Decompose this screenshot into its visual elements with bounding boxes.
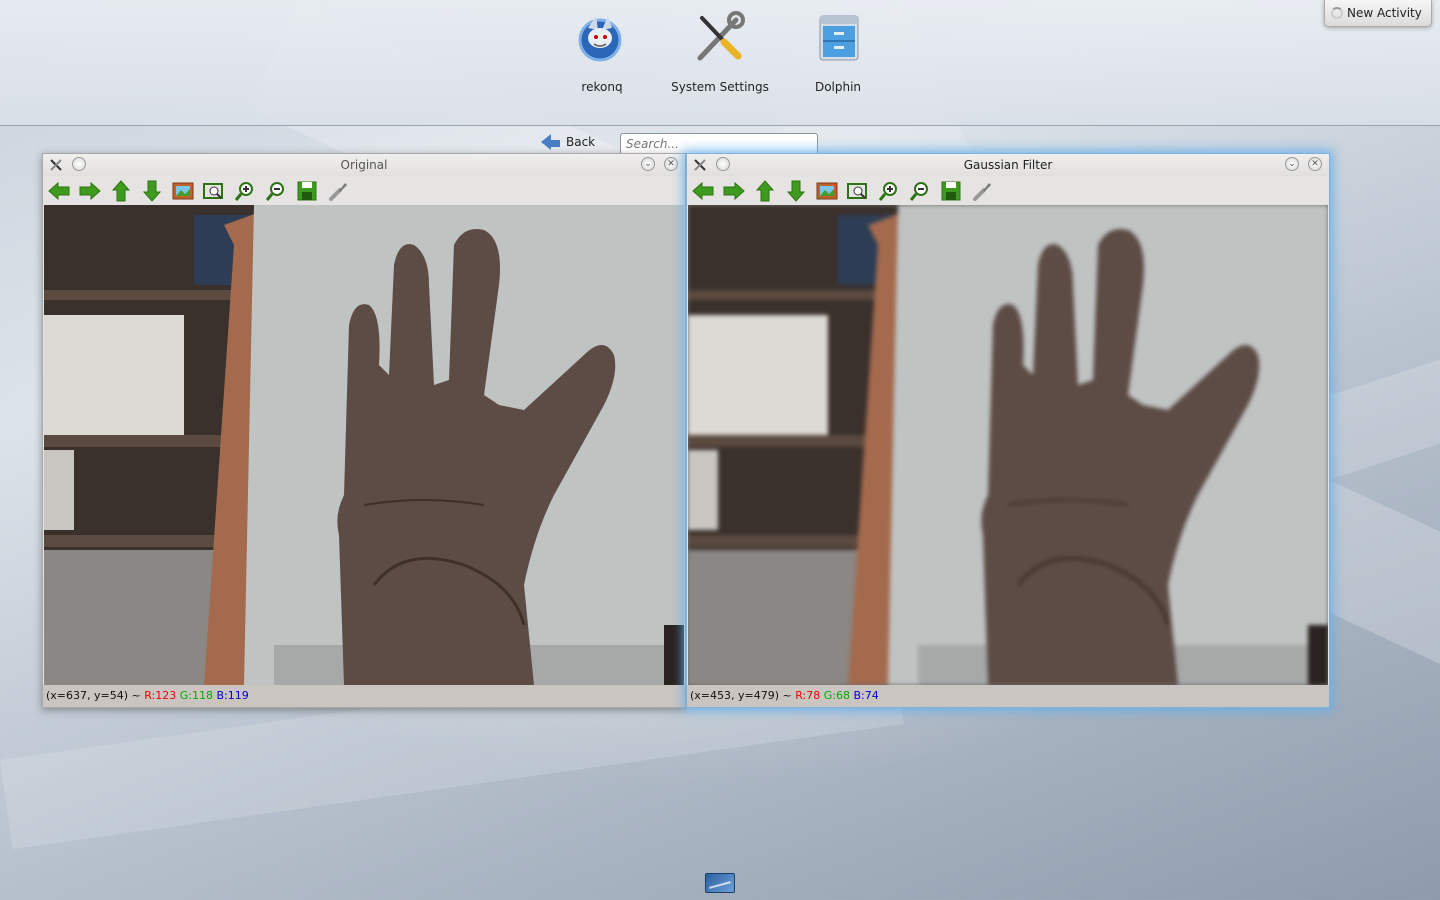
image-toolbar — [687, 178, 1329, 204]
launcher-app-label: rekonq — [581, 80, 623, 94]
system-settings-icon — [692, 10, 748, 66]
cursor-coords: (x=637, y=54) ~ — [46, 689, 145, 702]
rekonq-browser-icon — [574, 10, 630, 66]
arrow-down-button[interactable] — [140, 180, 164, 204]
zoom-out-button[interactable] — [908, 180, 932, 204]
zoom-fit-button[interactable] — [846, 180, 870, 204]
window-title: Gaussian Filter — [963, 158, 1053, 172]
zoom-fit-icon — [203, 181, 225, 204]
arrow-down-button[interactable] — [784, 180, 808, 204]
zoom-out-icon — [265, 181, 286, 204]
arrow-up-icon — [755, 179, 775, 205]
status-bar: (x=453, y=479) ~ R:78 G:68 B:74 — [687, 685, 1329, 707]
back-label: Back — [566, 135, 596, 149]
new-activity-label: New Activity — [1347, 6, 1422, 20]
new-activity-button[interactable]: New Activity — [1324, 0, 1432, 27]
launcher-app-dolphin[interactable]: Dolphin — [783, 10, 893, 94]
pixel-blue-value: B:119 — [216, 689, 249, 702]
save-icon — [941, 181, 961, 204]
zoom-in-button[interactable] — [233, 180, 257, 204]
launcher-app-rekonq[interactable]: rekonq — [547, 10, 657, 94]
properties-button[interactable] — [326, 180, 350, 204]
launcher-app-system-settings[interactable]: System Settings — [665, 10, 775, 94]
arrow-down-icon — [142, 180, 162, 205]
save-button[interactable] — [295, 180, 319, 204]
save-button[interactable] — [939, 180, 963, 204]
properties-icon — [972, 181, 992, 204]
window-title: Original — [340, 158, 388, 172]
arrow-down-icon — [786, 180, 806, 205]
arrow-left-icon — [692, 181, 714, 203]
window-titlebar[interactable]: Original ⌄ ✕ — [43, 154, 685, 176]
zoom-out-icon — [909, 181, 930, 204]
minimize-button[interactable]: ⌄ — [1285, 157, 1299, 171]
arrow-right-icon — [79, 181, 101, 203]
arrow-right-button[interactable] — [78, 180, 102, 204]
image-toolbar — [43, 178, 685, 204]
back-button[interactable]: Back — [541, 134, 595, 150]
zoom-fit-icon — [847, 181, 869, 204]
image-button[interactable] — [171, 180, 195, 204]
close-button[interactable]: ✕ — [1308, 157, 1322, 171]
pixel-red-value: R:78 — [795, 689, 821, 702]
arrow-right-icon — [723, 181, 745, 203]
status-bar: (x=637, y=54) ~ R:123 G:118 B:119 — [43, 685, 685, 707]
close-button[interactable]: ✕ — [664, 157, 678, 171]
launcher-app-label: Dolphin — [814, 80, 862, 94]
window-original[interactable]: Original ⌄ ✕ (x=637, y=54) ~ R:123 G:118… — [42, 153, 686, 708]
zoom-in-icon — [878, 181, 899, 204]
pixel-blue-value: B:74 — [853, 689, 879, 702]
image-canvas[interactable] — [688, 205, 1328, 685]
pixel-red-value: R:123 — [144, 689, 177, 702]
image-button[interactable] — [815, 180, 839, 204]
search-input[interactable] — [620, 133, 818, 155]
image-canvas[interactable] — [44, 205, 684, 685]
arrow-right-button[interactable] — [722, 180, 746, 204]
arrow-up-icon — [111, 179, 131, 205]
window-gaussian-filter[interactable]: Gaussian Filter ⌄ ✕ (x=453, y=479) ~ R:7… — [686, 153, 1330, 708]
arrow-up-button[interactable] — [753, 179, 777, 205]
arrow-up-button[interactable] — [109, 179, 133, 205]
zoom-out-button[interactable] — [264, 180, 288, 204]
window-titlebar[interactable]: Gaussian Filter ⌄ ✕ — [687, 154, 1329, 176]
properties-icon — [328, 181, 348, 204]
zoom-in-button[interactable] — [877, 180, 901, 204]
arrow-left-button[interactable] — [47, 180, 71, 204]
arrow-left-button[interactable] — [691, 180, 715, 204]
image-icon — [172, 182, 194, 203]
properties-button[interactable] — [970, 180, 994, 204]
pixel-green-value: G:68 — [823, 689, 850, 702]
launcher-panel: rekonq System Settings Dolphin — [0, 0, 1440, 126]
activity-spinner-icon — [1331, 7, 1343, 19]
launcher-app-label: System Settings — [671, 80, 769, 94]
activity-manager-icon[interactable] — [705, 873, 735, 893]
dolphin-file-manager-icon — [810, 10, 866, 66]
minimize-button[interactable]: ⌄ — [641, 157, 655, 171]
pixel-green-value: G:118 — [179, 689, 213, 702]
zoom-fit-button[interactable] — [202, 180, 226, 204]
save-icon — [297, 181, 317, 204]
arrow-left-icon — [48, 181, 70, 203]
image-icon — [816, 182, 838, 203]
zoom-in-icon — [234, 181, 255, 204]
cursor-coords: (x=453, y=479) ~ — [690, 689, 796, 702]
